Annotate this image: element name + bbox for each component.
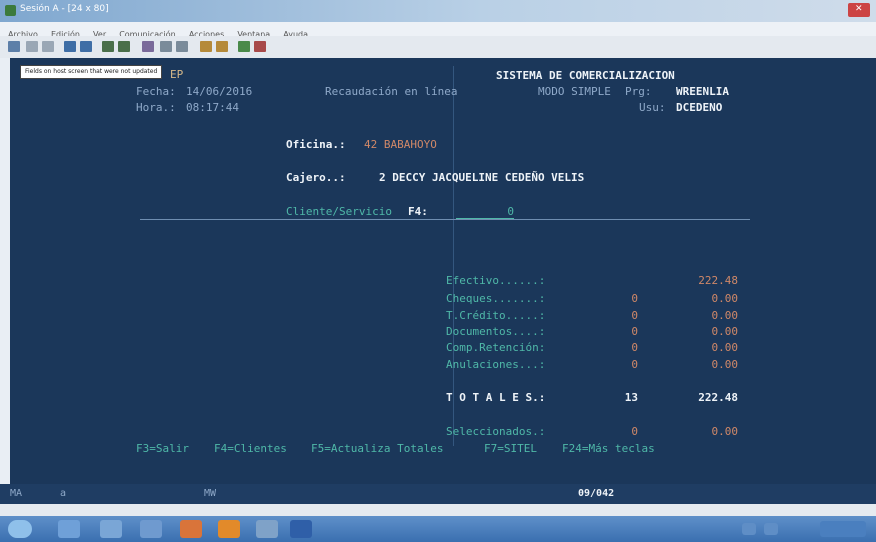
terminal-screen[interactable]: EP SISTEMA DE COMERCIALIZACION Fecha: 14… (10, 58, 876, 484)
media-player-icon[interactable] (180, 520, 202, 538)
word-icon[interactable] (290, 520, 312, 538)
fkey-sitel[interactable]: F7=SITEL (484, 442, 537, 455)
volume-icon[interactable] (764, 523, 778, 535)
windows-taskbar (0, 516, 876, 542)
clock[interactable] (820, 521, 866, 537)
cliente-label: Cliente/Servicio (286, 205, 392, 218)
settings-icon[interactable] (216, 41, 228, 52)
hora-value: 08:17:44 (186, 101, 239, 114)
status-mw: MW (204, 488, 217, 499)
cheques-label: Cheques.......: (446, 292, 546, 305)
receive-icon[interactable] (80, 41, 92, 52)
close-window-button[interactable] (848, 3, 870, 17)
screen-divider (453, 66, 454, 446)
system-title: SISTEMA DE COMERCIALIZACION (496, 69, 675, 82)
media-icon[interactable] (140, 520, 162, 538)
cursor-position: 09/042 (578, 488, 615, 499)
color-icon[interactable] (200, 41, 212, 52)
credito-amount: 0.00 (711, 309, 739, 322)
totales-label: T O T A L E S.: (446, 391, 546, 404)
hora-label: Hora.: (136, 101, 176, 114)
prg-label: Prg: (625, 85, 652, 98)
send-icon[interactable] (64, 41, 76, 52)
macro-icon[interactable] (142, 41, 154, 52)
seleccionados-amount: 0.00 (711, 425, 739, 438)
totales-count: 13 (624, 391, 638, 404)
fecha-value: 14/06/2016 (186, 85, 253, 98)
cheques-count: 0 (631, 292, 638, 305)
documentos-label: Documentos....: (446, 325, 546, 338)
fkey-mas-teclas[interactable]: F24=Más teclas (562, 442, 655, 455)
seleccionados-count: 0 (631, 425, 638, 438)
anulaciones-count: 0 (631, 358, 638, 371)
app-icon (5, 5, 16, 16)
terminal-status-line: MA a MW 09/042 (0, 484, 876, 504)
oficina-label: Oficina.: (286, 138, 346, 151)
totales-amount: 222.48 (698, 391, 738, 404)
keyboard-icon[interactable] (118, 41, 130, 52)
tooltip: Fields on host screen that were not upda… (20, 65, 163, 79)
stop-icon[interactable] (176, 41, 188, 52)
cajero-label: Cajero..: (286, 171, 346, 184)
status-session: a (60, 488, 67, 499)
status-mode: MA (10, 488, 23, 499)
cliente-input[interactable]: 0 (456, 205, 514, 219)
credito-label: T.Crédito.....: (446, 309, 546, 322)
f4-label: F4: (408, 205, 428, 218)
window-status-bar (0, 504, 876, 516)
cajero-value: 2 DECCY JACQUELINE CEDEÑO VELIS (379, 171, 585, 184)
ep-label: EP (170, 68, 184, 81)
copy-icon[interactable] (26, 41, 38, 52)
window-titlebar: Sesión A - [24 x 80] (0, 0, 876, 22)
prg-value: WREENLIA (676, 85, 729, 98)
disconnect-icon[interactable] (254, 41, 266, 52)
mode-label: MODO SIMPLE (538, 85, 611, 98)
efectivo-amount: 222.48 (698, 274, 738, 287)
menu-bar: Archivo Edición Ver Comunicación Accione… (0, 22, 876, 39)
efectivo-label: Efectivo......: (446, 274, 546, 287)
retencion-label: Comp.Retención: (446, 341, 546, 354)
window-title: Sesión A - [24 x 80] (20, 4, 109, 14)
internet-explorer-icon[interactable] (58, 520, 80, 538)
connect-icon[interactable] (238, 41, 250, 52)
display-icon[interactable] (102, 41, 114, 52)
file-explorer-icon[interactable] (100, 520, 122, 538)
paste-icon[interactable] (42, 41, 54, 52)
retencion-count: 0 (631, 341, 638, 354)
seleccionados-label: Seleccionados.: (446, 425, 546, 438)
documentos-count: 0 (631, 325, 638, 338)
field-separator (140, 219, 750, 220)
usu-label: Usu: (639, 101, 666, 114)
firefox-icon[interactable] (218, 520, 240, 538)
fkey-actualiza-totales[interactable]: F5=Actualiza Totales (311, 442, 443, 455)
cheques-amount: 0.00 (711, 292, 739, 305)
start-button-icon[interactable] (8, 520, 32, 538)
toolbar (0, 36, 876, 58)
play-icon[interactable] (160, 41, 172, 52)
fkey-clientes[interactable]: F4=Clientes (214, 442, 287, 455)
anulaciones-amount: 0.00 (711, 358, 739, 371)
fecha-label: Fecha: (136, 85, 176, 98)
documentos-amount: 0.00 (711, 325, 739, 338)
terminal-session-icon[interactable] (256, 520, 278, 538)
usu-value: DCEDENO (676, 101, 723, 114)
network-icon[interactable] (742, 523, 756, 535)
print-icon[interactable] (8, 41, 20, 52)
retencion-amount: 0.00 (711, 341, 739, 354)
recaudacion-label: Recaudación en línea (325, 85, 458, 98)
fkey-salir[interactable]: F3=Salir (136, 442, 189, 455)
anulaciones-label: Anulaciones...: (446, 358, 546, 371)
oficina-value: 42 BABAHOYO (364, 138, 437, 151)
credito-count: 0 (631, 309, 638, 322)
